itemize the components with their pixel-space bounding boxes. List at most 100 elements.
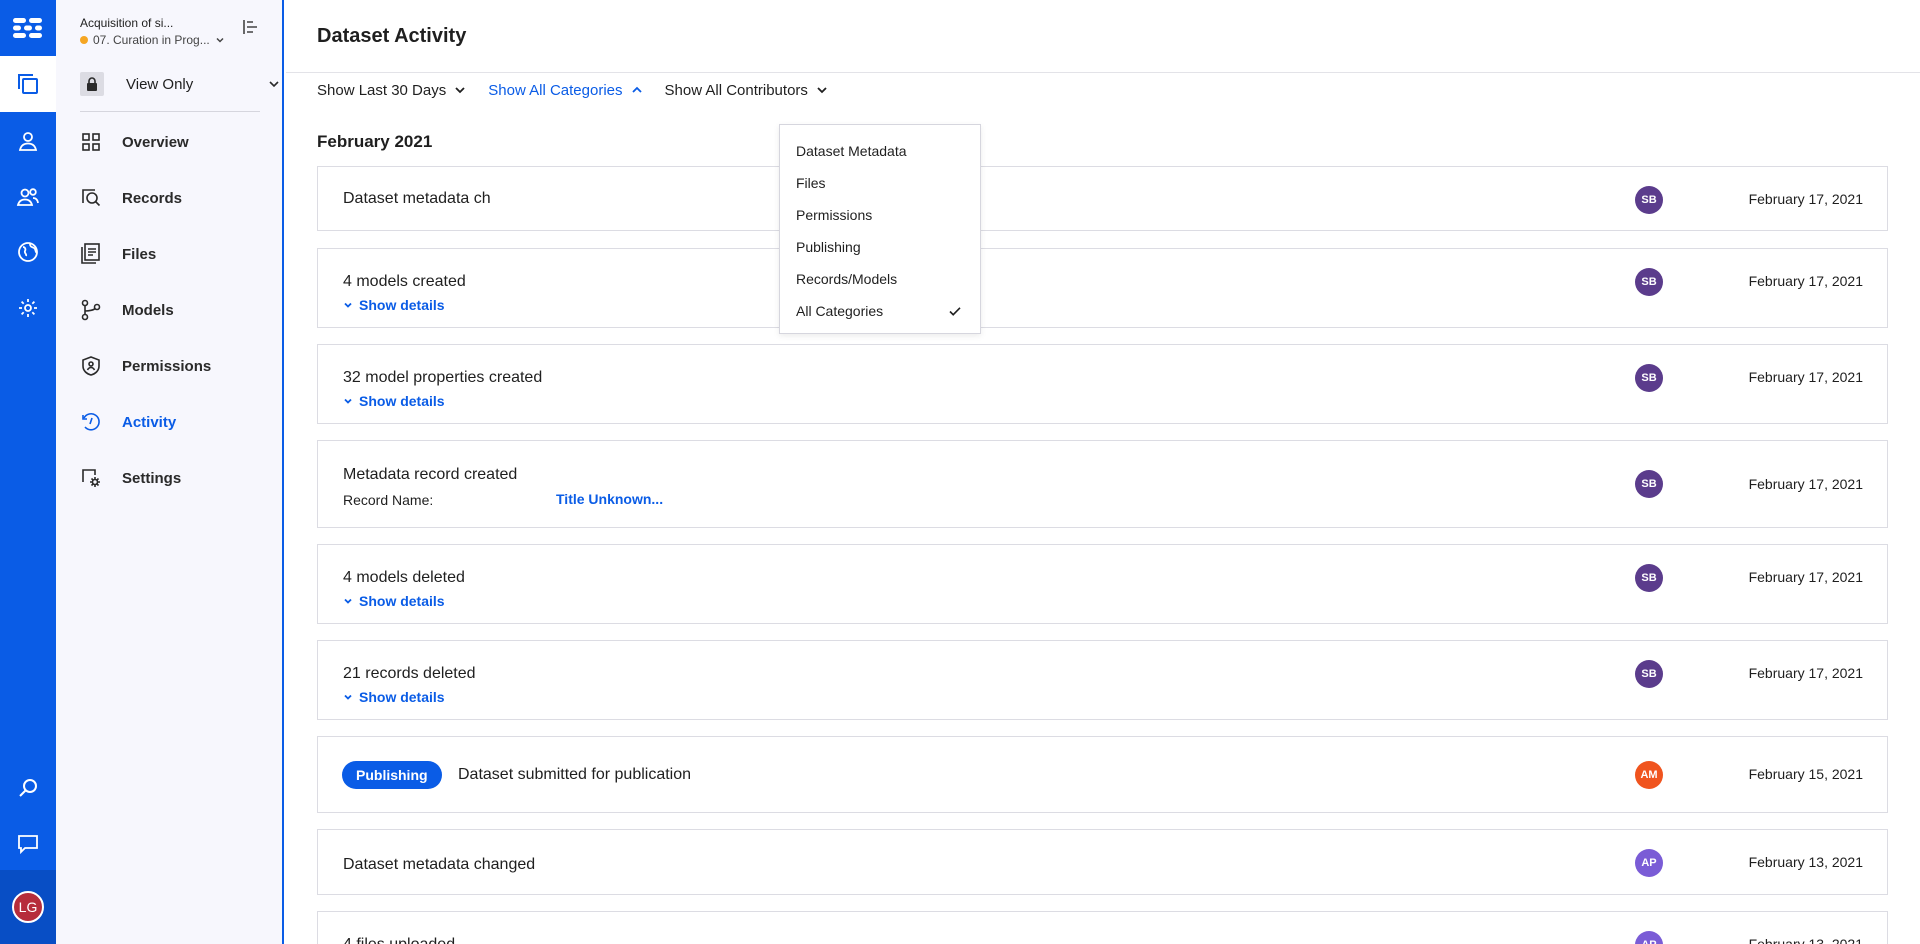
avatar: LG bbox=[12, 891, 44, 923]
models-icon bbox=[81, 299, 101, 321]
activity-date: February 17, 2021 bbox=[1748, 191, 1863, 207]
activity-card: Dataset metadata ch SB February 17, 2021 bbox=[317, 166, 1888, 231]
avatar: SB bbox=[1635, 268, 1663, 296]
date-filter-label: Show Last 30 Days bbox=[317, 81, 447, 99]
shield-icon bbox=[82, 356, 100, 376]
logo-icon bbox=[13, 18, 42, 38]
gear-icon bbox=[19, 299, 37, 317]
records-search-icon bbox=[82, 189, 101, 207]
record-name-link[interactable]: Title Unknown... bbox=[556, 491, 663, 507]
sidebar-item-label: Files bbox=[122, 245, 157, 263]
lock-icon bbox=[87, 77, 97, 91]
grid-icon bbox=[82, 133, 100, 151]
activity-title: 4 models deleted bbox=[343, 569, 465, 586]
activity-title: Dataset metadata changed bbox=[343, 856, 536, 873]
show-details-button[interactable]: Show details bbox=[343, 593, 445, 609]
rail-user-button[interactable] bbox=[0, 117, 56, 165]
user-menu[interactable]: LG bbox=[0, 870, 56, 944]
status-dot bbox=[80, 36, 88, 44]
avatar: AP bbox=[1635, 849, 1663, 877]
avatar: SB bbox=[1635, 660, 1663, 688]
avatar: AP bbox=[1635, 931, 1663, 944]
rail-datasets-button[interactable] bbox=[0, 56, 56, 112]
activity-title: 4 models created bbox=[343, 273, 466, 290]
main-content: Dataset Activity Show Last 30 Days Show … bbox=[286, 0, 1920, 944]
activity-card: Publishing Dataset submitted for publica… bbox=[317, 736, 1888, 813]
show-details-button[interactable]: Show details bbox=[343, 689, 445, 705]
sidebar-item-activity[interactable]: Activity bbox=[80, 406, 270, 438]
sidebar-item-overview[interactable]: Overview bbox=[80, 126, 270, 158]
activity-title: Dataset metadata ch bbox=[343, 190, 491, 207]
rail-chat-button[interactable] bbox=[0, 820, 56, 868]
dataset-title: Acquisition of si... bbox=[80, 16, 174, 30]
sidebar-item-label: Overview bbox=[122, 133, 189, 151]
dropdown-option-files[interactable]: Files bbox=[780, 167, 980, 199]
dropdown-option-dataset-metadata[interactable]: Dataset Metadata bbox=[780, 135, 980, 167]
sidebar-item-settings[interactable]: Settings bbox=[80, 462, 270, 494]
rail-team-button[interactable] bbox=[0, 173, 56, 221]
activity-card: 4 models created Show details SB Februar… bbox=[317, 248, 1888, 328]
category-dropdown: Dataset Metadata Files Permissions Publi… bbox=[779, 124, 981, 334]
activity-card: 21 records deleted Show details SB Febru… bbox=[317, 640, 1888, 720]
chevron-down-icon bbox=[344, 598, 352, 604]
chevron-down-icon bbox=[344, 694, 352, 700]
sidebar-item-label: Models bbox=[122, 301, 174, 319]
avatar: SB bbox=[1635, 564, 1663, 592]
files-icon bbox=[81, 243, 100, 264]
rail-search-button[interactable] bbox=[0, 764, 56, 812]
sidebar-item-files[interactable]: Files bbox=[80, 238, 270, 270]
sidebar-item-records[interactable]: Records bbox=[80, 182, 270, 214]
date-filter[interactable]: Show Last 30 Days bbox=[317, 82, 466, 99]
dropdown-option-publishing[interactable]: Publishing bbox=[780, 231, 980, 263]
sidebar-item-label: Settings bbox=[122, 469, 182, 487]
show-details-button[interactable]: Show details bbox=[343, 393, 445, 409]
sidebar-item-label: Permissions bbox=[122, 357, 212, 375]
activity-title: Dataset submitted for publication bbox=[458, 766, 692, 783]
dataset-status[interactable]: 07. Curation in Prog... bbox=[80, 33, 225, 47]
dataset-status-label: 07. Curation in Prog... bbox=[93, 33, 210, 47]
filter-bar: Show Last 30 Days Show All Categories Sh… bbox=[317, 80, 850, 100]
chat-icon bbox=[18, 835, 38, 855]
show-details-label: Show details bbox=[359, 393, 445, 409]
dataset-sidebar: Acquisition of si... 07. Curation in Pro… bbox=[56, 0, 284, 944]
contributors-filter[interactable]: Show All Contributors bbox=[665, 82, 828, 99]
category-filter[interactable]: Show All Categories bbox=[488, 82, 642, 99]
chevron-down-icon bbox=[455, 87, 465, 94]
activity-title: 21 records deleted bbox=[343, 665, 476, 682]
contributors-filter-label: Show All Contributors bbox=[664, 81, 808, 99]
avatar: AM bbox=[1635, 761, 1663, 789]
dropdown-option-records-models[interactable]: Records/Models bbox=[780, 263, 980, 295]
dropdown-option-permissions[interactable]: Permissions bbox=[780, 199, 980, 231]
chevron-down-icon bbox=[269, 81, 279, 88]
activity-card: 4 models deleted Show details SB Februar… bbox=[317, 544, 1888, 624]
user-icon bbox=[18, 132, 38, 151]
activity-date: February 17, 2021 bbox=[1748, 476, 1863, 492]
rail-globe-button[interactable] bbox=[0, 228, 56, 276]
activity-card: Metadata record created Record Name: Tit… bbox=[317, 440, 1888, 528]
rail-settings-button[interactable] bbox=[0, 284, 56, 332]
activity-title: 32 model properties created bbox=[343, 369, 543, 386]
chevron-down-icon bbox=[216, 37, 224, 43]
app-rail: LG bbox=[0, 0, 56, 944]
sidebar-divider bbox=[80, 111, 260, 112]
chevron-down-icon bbox=[817, 87, 827, 94]
show-details-label: Show details bbox=[359, 297, 445, 313]
sidebar-item-permissions[interactable]: Permissions bbox=[80, 350, 270, 382]
record-name-label: Record Name: bbox=[343, 492, 434, 508]
collapse-sidebar-icon[interactable] bbox=[242, 18, 260, 36]
view-mode-selector[interactable]: View Only bbox=[80, 70, 280, 98]
datasets-icon bbox=[18, 74, 38, 94]
dropdown-option-all-categories[interactable]: All Categories bbox=[780, 295, 980, 327]
category-filter-label: Show All Categories bbox=[488, 81, 623, 99]
settings-gear-icon bbox=[82, 469, 100, 487]
chevron-up-icon bbox=[631, 86, 642, 93]
sidebar-item-models[interactable]: Models bbox=[80, 294, 270, 326]
activity-card: 4 files uploaded AP February 13, 2021 bbox=[317, 911, 1888, 944]
chevron-down-icon bbox=[344, 398, 352, 404]
activity-card: 32 model properties created Show details… bbox=[317, 344, 1888, 424]
show-details-button[interactable]: Show details bbox=[343, 297, 445, 313]
search-icon bbox=[19, 779, 37, 797]
sidebar-item-label: Activity bbox=[122, 413, 177, 431]
logo-button[interactable] bbox=[0, 0, 56, 56]
lock-icon-box bbox=[80, 72, 104, 96]
